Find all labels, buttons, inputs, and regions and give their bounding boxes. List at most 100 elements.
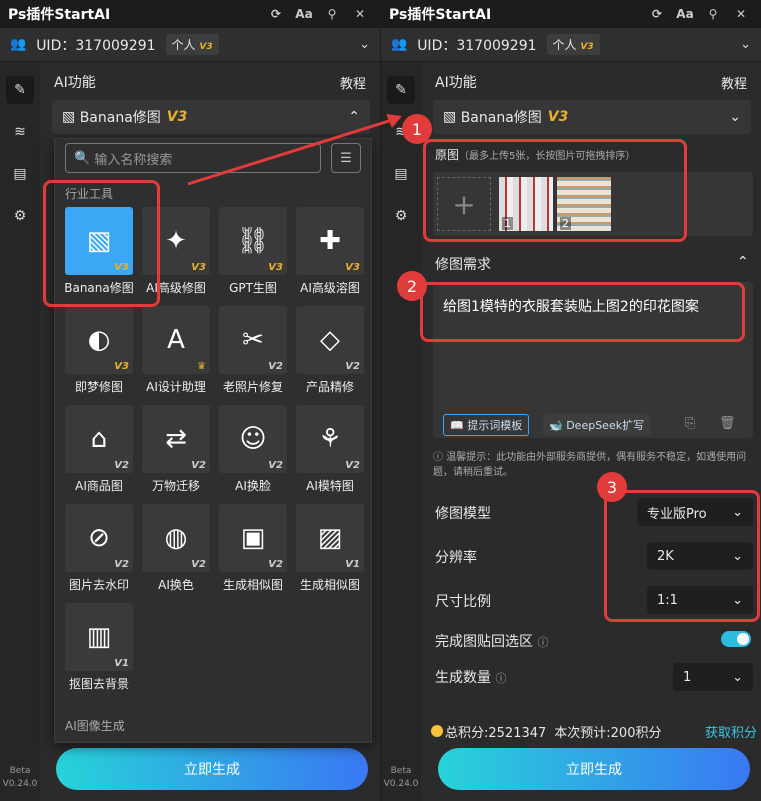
tool-tile[interactable]: ⇄ V2 [142, 405, 210, 473]
settings-icon[interactable]: ⚙ [387, 202, 415, 230]
book-icon: 📖 [450, 418, 468, 432]
get-points-link[interactable]: 获取积分 [705, 722, 757, 741]
tool-tile[interactable]: ⚘ V2 [296, 405, 364, 473]
model-label: 修图模型 [435, 506, 491, 522]
font-size-icon[interactable]: Aa [290, 7, 318, 21]
generate-button[interactable]: 立即生成 [56, 748, 368, 790]
points-bar: 总积分:2521347 本次预计:200积分 获取积分 [421, 716, 761, 746]
highlight-box-banana [43, 180, 160, 307]
resolution-label: 分辨率 [435, 550, 477, 566]
tool-tag: V1 [114, 658, 129, 669]
plan-badge: 个人 V3 [165, 34, 219, 55]
tool-icon: A [167, 325, 185, 355]
callout-1: 1 [402, 114, 432, 144]
beta-label-right: Beta [390, 766, 412, 776]
edit-icon[interactable]: ✎ [6, 76, 34, 104]
selected-tool-tag-right: V3 [547, 109, 569, 125]
count-text: 生成数量 [435, 670, 491, 686]
section-header-right: AI功能 教程 [421, 62, 761, 94]
pin-icon[interactable]: ⚲ [318, 7, 346, 21]
tool-tile[interactable]: ⛓ V3 [219, 207, 287, 275]
paste-back-label: 完成图贴回选区 ⓘ [435, 631, 548, 651]
tool-tile[interactable]: ◐ V3 [65, 306, 133, 374]
tool-tag: V2 [268, 361, 283, 372]
version-info: Beta V0.24.0 [0, 765, 40, 791]
tool-tag: V2 [268, 559, 283, 570]
tool-label: GPT生图 [229, 281, 277, 295]
refresh-icon[interactable]: ⟳ [643, 7, 671, 21]
tool-tile[interactable]: ⌂ V2 [65, 405, 133, 473]
info-icon: ⓘ [537, 636, 549, 649]
prompt-template-button[interactable]: 📖 提示词模板 [443, 414, 530, 436]
tool-tag: V3 [191, 262, 206, 273]
tutorial-link-right[interactable]: 教程 [721, 73, 747, 92]
layers-icon[interactable]: ≋ [6, 118, 34, 146]
tool-label: AI商品图 [75, 479, 123, 493]
tool-tile[interactable]: ✚ V3 [296, 207, 364, 275]
user-bar: 👥 UID：317009291 个人 V3 ⌄ [0, 28, 380, 62]
deepseek-expand-button[interactable]: 🐋 DeepSeek扩写 [543, 414, 651, 436]
tool-tile[interactable]: ◇ V2 [296, 306, 364, 374]
tool-label: 即梦修图 [74, 380, 123, 394]
tool-label: AI换脸 [235, 479, 271, 493]
coin-icon [431, 725, 443, 737]
tool-tile[interactable]: ▨ V1 [296, 504, 364, 572]
category-image-gen: AI图像生成 [65, 719, 125, 733]
version-label: V0.24.0 [2, 779, 38, 789]
generate-button-right[interactable]: 立即生成 [438, 748, 750, 790]
tool-tile[interactable]: ◍ V2 [142, 504, 210, 572]
arrow-annotation [187, 114, 402, 186]
font-size-icon[interactable]: Aa [671, 7, 699, 21]
uid-text: UID：317009291 [36, 37, 156, 54]
tool-tile[interactable]: ▥ V1 [65, 603, 133, 671]
close-icon[interactable]: ✕ [346, 7, 374, 21]
tool-icon: ⚘ [318, 424, 342, 454]
tool-icon: ◐ [87, 325, 111, 355]
tool-tag: V2 [114, 460, 129, 471]
app-title-right: Ps插件StartAI [389, 7, 492, 23]
tool-label: 老照片修复 [222, 380, 283, 394]
clipboard-icon[interactable]: ▤ [6, 160, 34, 188]
tool-icon: ⊘ [88, 523, 110, 553]
tool-icon: ◇ [320, 325, 340, 355]
count-dropdown[interactable]: 1 ⌄ [673, 663, 753, 691]
tool-tile[interactable]: ⊘ V2 [65, 504, 133, 572]
user-bar-right: 👥 UID：317009291 个人 V3 ⌄ [381, 28, 761, 62]
plan-badge-right: 个人 V3 [546, 34, 600, 55]
tool-tile[interactable]: ☺ V2 [219, 405, 287, 473]
chevron-down-icon: ⌄ [732, 669, 743, 685]
users-icon: 👥 [391, 37, 408, 52]
version-info-right: Beta V0.24.0 [381, 765, 421, 791]
tool-tag: V2 [345, 460, 360, 471]
history-icon[interactable]: ⎘ [685, 416, 695, 431]
pin-icon[interactable]: ⚲ [699, 7, 727, 21]
total-points: 总积分:2521347 [445, 725, 547, 741]
tool-label: AI模特图 [306, 479, 354, 493]
warning-tip: ⓘ 温馨提示：此功能由外部服务商提供，偶有服务不稳定，如遇使用问题，请稍后重试。 [433, 450, 753, 480]
chevron-down-icon[interactable]: ⌄ [359, 37, 370, 52]
highlight-box-requirement [420, 282, 745, 342]
image-icon: ▧ [62, 109, 80, 125]
edit-icon[interactable]: ✎ [387, 76, 415, 104]
paste-back-toggle[interactable] [721, 631, 751, 647]
tool-tile[interactable]: ✂ V2 [219, 306, 287, 374]
highlight-box-settings [604, 490, 760, 622]
refresh-icon[interactable]: ⟳ [262, 7, 290, 21]
version-label-right: V0.24.0 [383, 779, 419, 789]
highlight-box-original [423, 139, 687, 242]
close-icon[interactable]: ✕ [727, 7, 755, 21]
tutorial-link[interactable]: 教程 [340, 73, 366, 92]
tool-label: 产品精修 [305, 380, 354, 394]
users-icon: 👥 [10, 37, 27, 52]
settings-icon[interactable]: ⚙ [6, 202, 34, 230]
chip2-label: DeepSeek扩写 [566, 419, 645, 432]
tool-tile[interactable]: A ♛ [142, 306, 210, 374]
section-header: AI功能 教程 [40, 62, 380, 94]
chevron-up-icon[interactable]: ⌃ [737, 254, 749, 270]
tool-icon: ⌂ [90, 424, 108, 454]
tool-tile[interactable]: ▣ V2 [219, 504, 287, 572]
chevron-down-icon[interactable]: ⌄ [740, 37, 751, 52]
trash-icon[interactable]: 🗑 [719, 416, 736, 431]
tool-tag: V3 [345, 262, 360, 273]
tool-selector-right[interactable]: ▧ Banana修图 V3 ⌄ [433, 100, 751, 134]
